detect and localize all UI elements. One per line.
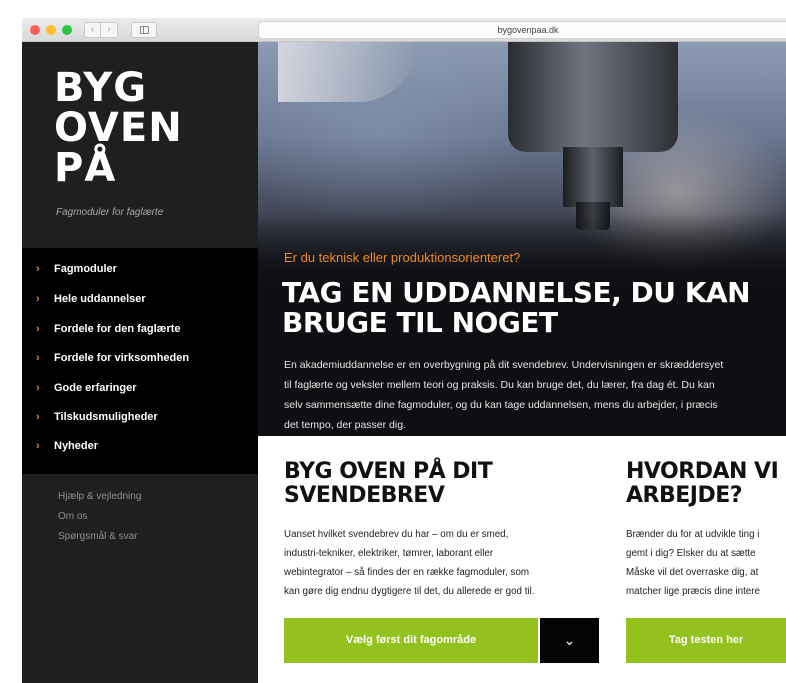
menu-item-fagmoduler[interactable]: › Fagmoduler [36, 260, 117, 278]
hero-text: En akademiuddannelse er en overbygning p… [284, 359, 724, 431]
chevron-right-icon: › [36, 352, 40, 364]
address-bar[interactable]: bygovenpaa.dk [258, 21, 786, 39]
sidebar-toggle-button[interactable] [131, 22, 157, 38]
choose-field-button[interactable]: Vælg først dit fagområde [284, 618, 538, 663]
menu-item-gode-erfaringer[interactable]: › Gode erfaringer [36, 379, 137, 397]
menu-item-label: Nyheder [54, 440, 99, 452]
chevron-right-icon: › [36, 382, 40, 394]
chevron-right-icon: › [36, 293, 40, 305]
section-line-4: matcher lige præcis dine intere [626, 586, 760, 597]
main-menu: › Fagmoduler › Hele uddannelser › Fordele f… [22, 248, 258, 474]
browser-toolbar: ‹ › bygovenpaa.dk [22, 18, 786, 42]
section-line-2: gemt i dig? Elsker du at sætte [626, 548, 756, 559]
logo-line-1: BYG [54, 65, 148, 111]
section-line-1: Brænder du for at udvikle ting i [626, 529, 760, 540]
menu-item-label: Fagmoduler [54, 263, 117, 275]
lab-equipment-shape [278, 42, 418, 102]
menu-item-hele-uddannelser[interactable]: › Hele uddannelser [36, 290, 146, 308]
hero-title: TAG EN UDDANNELSE, DU KAN BRUGE TIL NOGE… [282, 276, 751, 339]
tagline: Fagmoduler for faglærte [56, 207, 164, 218]
section-title-line-1: HVORDAN VI [626, 460, 779, 484]
close-window-button[interactable] [30, 25, 40, 35]
link-om-os[interactable]: Om os [58, 510, 87, 524]
menu-item-label: Gode erfaringer [54, 382, 137, 394]
logo-line-2: OVEN [54, 105, 183, 151]
take-test-button[interactable]: Tag testen her [626, 618, 786, 663]
sidebar-icon [140, 26, 149, 34]
zoom-window-button[interactable] [62, 25, 72, 35]
section-line-3: Måske vil det overraske dig, at [626, 567, 759, 578]
section-title: HVORDAN VI ARBEJDE? [626, 460, 786, 508]
section-title-line-2: ARBEJDE? [626, 483, 743, 508]
section-line-2: industri-tekniker, elektriker, tømrer, l… [284, 548, 494, 559]
chevron-down-icon: ⌄ [563, 632, 576, 648]
browser-window: ‹ › bygovenpaa.dk BYG OVEN PÅ Fagmoduler… [22, 18, 786, 683]
hero-kicker: Er du teknisk eller produktionsorientere… [284, 250, 521, 265]
chevron-right-icon: › [36, 440, 40, 452]
minimize-window-button[interactable] [46, 25, 56, 35]
microscope-body-shape [508, 42, 678, 152]
back-button[interactable]: ‹ [84, 22, 101, 38]
chevron-right-icon: › [36, 411, 40, 423]
section-body: Uanset hvilket svendebrev du har – om du… [284, 525, 604, 601]
forward-button[interactable]: › [101, 22, 118, 38]
sidebar: BYG OVEN PÅ Fagmoduler for faglærte › Fag… [22, 42, 258, 683]
chevron-right-icon: › [36, 263, 40, 275]
section-title: BYG OVEN PÅ DIT SVENDEBREV [284, 460, 604, 508]
menu-item-nyheder[interactable]: › Nyheder [36, 437, 98, 455]
menu-item-label: Fordele for virksomheden [54, 352, 190, 364]
menu-item-fordele-virksomheden[interactable]: › Fordele for virksomheden [36, 349, 189, 367]
menu-item-label: Fordele for den faglærte [54, 323, 181, 335]
site-logo[interactable]: BYG OVEN PÅ [54, 68, 183, 188]
logo-line-3: PÅ [54, 145, 117, 191]
hero-banner: Er du teknisk eller produktionsorientere… [258, 42, 786, 436]
section-line-3: webintegrator – så findes der en række f… [284, 567, 530, 578]
link-hjaelp-vejledning[interactable]: Hjælp & vejledning [58, 490, 141, 504]
menu-item-label: Tilskudsmuligheder [54, 411, 158, 423]
section-line-4: kan gøre dig endnu dygtigere til det, du… [284, 586, 535, 597]
section-title-line-1: BYG OVEN PÅ DIT [284, 459, 493, 484]
field-dropdown-toggle[interactable]: ⌄ [540, 618, 599, 663]
microscope-neck-shape [563, 147, 623, 207]
menu-item-label: Hele uddannelser [54, 293, 146, 305]
chevron-right-icon: › [36, 323, 40, 335]
link-spoergsmaal-svar[interactable]: Spørgsmål & svar [58, 530, 137, 544]
menu-item-tilskudsmuligheder[interactable]: › Tilskudsmuligheder [36, 408, 158, 426]
menu-item-fordele-faglaerte[interactable]: › Fordele for den faglærte [36, 320, 181, 338]
section-title-line-2: SVENDEBREV [284, 483, 445, 508]
section-body: Brænder du for at udvikle ting i gemt i … [626, 525, 786, 601]
section-byg-oven-paa: BYG OVEN PÅ DIT SVENDEBREV Uanset hvilke… [284, 460, 604, 601]
section-line-1: Uanset hvilket svendebrev du har – om du… [284, 529, 509, 540]
